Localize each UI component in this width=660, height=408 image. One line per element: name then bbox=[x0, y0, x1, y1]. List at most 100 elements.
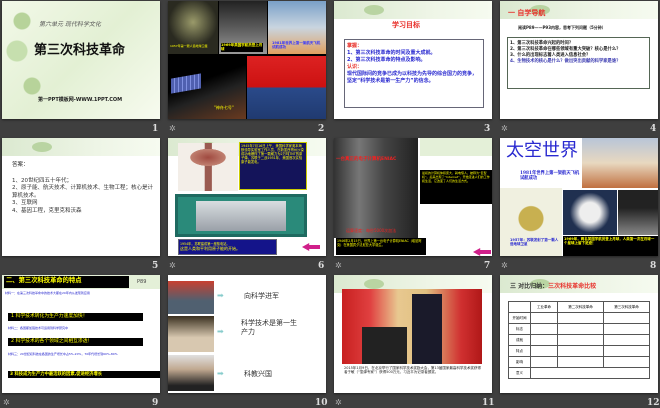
caption: "神舟七号" bbox=[214, 105, 234, 110]
back-arrow-icon[interactable] bbox=[473, 248, 491, 256]
text: 2、原子能、航天技术、计算机技术、生物工程；核心是计算机技术。 bbox=[12, 185, 154, 199]
table-row: 影响 bbox=[508, 356, 650, 368]
award-ceremony-photo bbox=[342, 289, 482, 364]
table-row: 特点 bbox=[508, 345, 650, 357]
eniac-photo bbox=[334, 138, 418, 238]
caption: 1969年，两名美国宇航员登上月球，人类第一次在月球一个星球上留下足迹！ bbox=[563, 236, 658, 256]
caption: 1969年美国宇航员登上月球 bbox=[221, 43, 263, 52]
material-text: 材料三：20世纪初科技在各国的生产增长中占5%-20%，70年代增长到60%-8… bbox=[8, 352, 118, 356]
slide-number: 2 bbox=[318, 124, 325, 134]
animation-star-icon[interactable]: ✲ bbox=[335, 398, 342, 407]
arrow-icon: ➡ bbox=[217, 327, 224, 336]
comparison-table: 工业革命 第二次科技革命 第三次科技革命 开始时间 标志 成就 特点 影响 意义 bbox=[508, 301, 650, 379]
animation-star-icon[interactable]: ✲ bbox=[335, 261, 342, 270]
green-band bbox=[420, 138, 492, 156]
slide-thumbnail-4[interactable]: 一 自学导航 阅读P89——P93内容，思考下列问题（5分钟） 1、第三次科技革… bbox=[500, 1, 658, 119]
slide-title: 一 自学导航 bbox=[508, 9, 546, 17]
caption: 最初的计算机体积庞大，耗电惊人，被称为“巨型机”。后来出现了“Internet”… bbox=[420, 170, 492, 204]
slide-number: 6 bbox=[318, 261, 325, 271]
material-text: 材料一：在第三次科技革命中的技术大都在20年内从发现到应用 bbox=[5, 291, 90, 295]
slide-thumbnail-11[interactable]: 2015年1月9日，在北京举行了国家科学技术奖励大会，第13届国家最高科学技术奖… bbox=[334, 275, 492, 393]
slide-thumbnail-9[interactable]: 二、第三次科技革命的特点 P89 材料一：在第三次科技革命中的技术大都在20年内… bbox=[2, 275, 160, 393]
point-banner: 3 科技成为生产力中最活跃的因素,促进经济增长 bbox=[8, 371, 160, 379]
slide-thumbnail-5[interactable]: 答案： 1、20世纪四五十年代； 2、原子能、航天技术、计算机技术、生物工程；核… bbox=[2, 138, 160, 256]
slogan: 科教兴国 bbox=[244, 370, 272, 378]
slide-thumbnail-2[interactable]: 1957年第一颗人造地球卫星 1969年美国宇航员登上月球 1981年世界上第一… bbox=[168, 1, 326, 119]
caption: 1981年世界上第一架航天飞机试航成功 bbox=[272, 41, 321, 50]
table-row: 开始时间 bbox=[508, 312, 650, 324]
text: 认识： bbox=[347, 64, 363, 70]
text: 4、基因工程，克里克和沃森 bbox=[12, 207, 82, 214]
slogan: 向科学进军 bbox=[244, 292, 279, 300]
text: 1、第三次科技革命的时间及重大成就。 bbox=[347, 50, 436, 56]
material-text: 材料二：各国都加强技术可运用到科学研究中 bbox=[8, 326, 69, 330]
objectives-box: 掌握： 1、第三次科技革命的时间及重大成就。 2、第三次科技革命的特点及影响。 … bbox=[344, 39, 484, 108]
title-prefix: 三 对比归纳： bbox=[510, 283, 549, 290]
caption: 1981年世界上第一架航天飞机试航成功 bbox=[520, 171, 580, 182]
page-ref: P89 bbox=[137, 279, 147, 285]
text: 3、互联网 bbox=[12, 200, 38, 207]
slide-title: 二、第三次科技革命的特点 bbox=[4, 276, 129, 288]
slide-title: 第三次科技革命 bbox=[34, 43, 126, 58]
slide-number: 1 bbox=[152, 124, 159, 134]
caption: 一台真正的电子计算机ENIAC bbox=[336, 157, 397, 162]
slide-title: 学习目标 bbox=[392, 21, 420, 29]
text: 这是人类和平利用原子能的开始。 bbox=[180, 246, 240, 251]
caption: 1946年2月15日，世界上第一台电子计算机ENIAC（埃尼阿克）在美国宾夕法尼… bbox=[336, 238, 426, 255]
spacewalk-photo bbox=[563, 190, 617, 235]
table-row: 标志 bbox=[508, 323, 650, 335]
row-label: 意义 bbox=[508, 367, 531, 379]
caption-box: 1954年，苏联建成第一座核电站。 这是人类和平利用原子能的开始。 bbox=[178, 239, 277, 255]
caption: 1957年第一颗人造地球卫星 bbox=[170, 44, 208, 48]
leaf-banner bbox=[2, 138, 160, 156]
slide-thumbnail-8[interactable]: 太空世界 1981年世界上第一架航天飞机试航成功 1957年：苏联发射了第一颗人… bbox=[500, 138, 658, 256]
astronauts-photo bbox=[247, 56, 326, 119]
slide-number: 8 bbox=[650, 261, 657, 271]
power-station-photo bbox=[175, 194, 307, 237]
caption: 1957年：苏联发射了第一颗人造地球卫星 bbox=[510, 238, 559, 247]
slide-title: 太空世界 bbox=[506, 140, 578, 161]
caption: 1945年7月16日上午，美国科学家奥本海默领导实验室工作人员，在新墨西哥州沙漠… bbox=[239, 142, 307, 190]
animation-star-icon[interactable]: ✲ bbox=[169, 261, 176, 270]
point-banner: 1 科学技术转化为生产力速度加快！ bbox=[8, 313, 143, 321]
header-cell: 工业革命 bbox=[529, 301, 559, 313]
caption: 2015年1月9日，在北京举行了国家科学技术奖励大会，第13届国家最高科学技术奖… bbox=[344, 366, 481, 375]
header-cell: 第三次科技革命 bbox=[603, 301, 650, 313]
slide-thumbnail-6[interactable]: 1945年7月16日上午，美国科学家奥本海默领导实验室工作人员，在新墨西哥州沙漠… bbox=[168, 138, 326, 256]
site-label: 第一PPT模板网-WWW.1PPT.COM bbox=[38, 97, 123, 103]
text: 现代国际间的竞争已成为以科技为先导的综合国力的竞争，坚定“科学技术是第一生产力”… bbox=[347, 71, 478, 84]
back-arrow-icon[interactable] bbox=[302, 243, 320, 251]
moon-walk-photo bbox=[618, 190, 658, 235]
animation-star-icon[interactable]: ✲ bbox=[501, 261, 508, 270]
row-label: 成就 bbox=[508, 334, 531, 346]
slide-thumbnail-10[interactable]: ➡ ➡ ➡ 向科学进军 科学技术是第一生产力 科教兴国 bbox=[168, 275, 326, 393]
caption: 运算速度：每秒5000次加法 bbox=[346, 228, 397, 233]
animation-star-icon[interactable]: ✲ bbox=[169, 124, 176, 133]
answer-list: 1、20世纪四五十年代； 2、原子能、航天技术、计算机技术、生物工程；核心是计算… bbox=[12, 178, 157, 215]
header-cell bbox=[508, 301, 531, 313]
row-label: 影响 bbox=[508, 356, 531, 368]
slide-thumbnail-1[interactable]: 第六单元 现代科学文化 第三次科技革命 第一PPT模板网-WWW.1PPT.CO… bbox=[2, 1, 160, 119]
slide-thumbnail-7[interactable]: 一台真正的电子计算机ENIAC 运算速度：每秒5000次加法 最初的计算机体积庞… bbox=[334, 138, 492, 256]
text: 掌握： bbox=[347, 43, 363, 49]
slide-thumbnail-12[interactable]: 三 对比归纳：三次科技革命比较 工业革命 第二次科技革命 第三次科技革命 开始时… bbox=[500, 275, 658, 393]
point-banner: 2 科学技术的各个领域之间相互渗透！ bbox=[8, 338, 143, 346]
table-header-row: 工业革命 第二次科技革命 第三次科技革命 bbox=[508, 301, 650, 313]
slide-title: 三 对比归纳：三次科技革命比较 bbox=[510, 283, 596, 291]
animation-star-icon[interactable]: ✲ bbox=[501, 124, 508, 133]
leader-photo-2 bbox=[168, 316, 214, 352]
slide-thumbnail-3[interactable]: 学习目标 掌握： 1、第三次科技革命的时间及重大成就。 2、第三次科技革命的特点… bbox=[334, 1, 492, 119]
shuttle-launch-photo bbox=[582, 138, 658, 188]
table-row: 成就 bbox=[508, 334, 650, 346]
title-main: 三次科技革命比较 bbox=[548, 283, 597, 290]
slide-number: 5 bbox=[152, 261, 159, 271]
row-label: 特点 bbox=[508, 345, 531, 357]
animation-star-icon[interactable]: ✲ bbox=[3, 398, 10, 407]
slide-number: 3 bbox=[484, 124, 491, 134]
slogan: 科学技术是第一生产力 bbox=[241, 319, 297, 336]
arrow-icon: ➡ bbox=[217, 291, 224, 300]
arrow-icon: ➡ bbox=[217, 369, 224, 378]
unit-label: 第六单元 现代科学文化 bbox=[39, 21, 101, 28]
table-row: 意义 bbox=[508, 367, 650, 379]
leader-photo-1 bbox=[168, 281, 214, 314]
